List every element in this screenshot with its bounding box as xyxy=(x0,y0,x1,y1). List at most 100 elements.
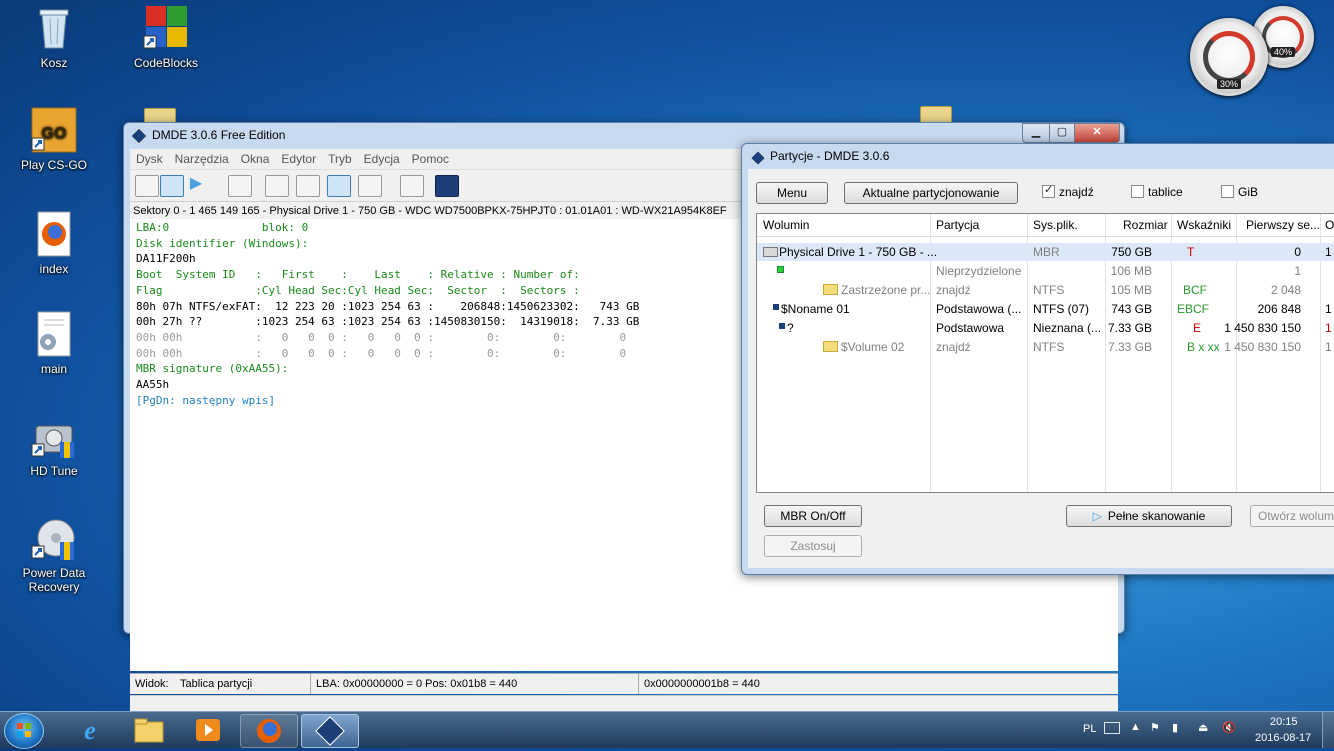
menu-button[interactable]: Menu xyxy=(756,182,828,204)
start-button[interactable] xyxy=(4,713,44,749)
gib-checkbox[interactable]: GiB xyxy=(1221,185,1258,199)
row-size: 750 GB xyxy=(1111,245,1152,259)
media-player-icon xyxy=(196,719,220,741)
col-header-partition[interactable]: Partycja xyxy=(936,218,979,232)
menu-pomoc[interactable]: Pomoc xyxy=(406,149,455,166)
close-button[interactable]: ✕ xyxy=(1074,123,1120,143)
col-header-size[interactable]: Rozmiar xyxy=(1123,218,1168,232)
taskbar-dmde[interactable] xyxy=(301,714,359,748)
desktop-icon-play-csgo[interactable]: GO Play CS-GO xyxy=(14,106,94,172)
copy-icon[interactable] xyxy=(400,175,424,197)
row-fs: MBR xyxy=(1033,245,1060,259)
clock-time[interactable]: 20:15 xyxy=(1270,716,1298,728)
unallocated-icon xyxy=(777,266,784,273)
network-icon[interactable]: ▮ xyxy=(1172,721,1178,734)
row-volume: Zastrzeżone pr... xyxy=(841,283,931,297)
main-window-title: DMDE 3.0.6 Free Edition xyxy=(152,128,286,142)
partition-icon xyxy=(773,304,779,310)
desktop-icon-hd-tune[interactable]: HD Tune xyxy=(14,412,94,478)
cpu-gauge: 30% xyxy=(1190,18,1268,96)
desktop-icon-codeblocks[interactable]: CodeBlocks xyxy=(126,4,206,70)
current-partitioning-button[interactable]: Aktualne partycjonowanie xyxy=(844,182,1018,204)
mbr-toggle-button[interactable]: MBR On/Off xyxy=(764,505,862,527)
memory-percent: 40% xyxy=(1270,47,1296,57)
menu-edytor[interactable]: Edytor xyxy=(275,149,322,166)
open-volume-button[interactable]: Otwórz wolum xyxy=(1250,505,1334,527)
lba-position: LBA: 0x00000000 = 0 Pos: 0x01b8 = 440 xyxy=(316,678,518,690)
row-o: 1 xyxy=(1325,321,1332,335)
row-fs: Nieznana (... xyxy=(1033,321,1102,335)
keyboard-icon[interactable] xyxy=(1104,722,1120,734)
folder-icon xyxy=(134,718,164,743)
desktop-icon-label: Kosz xyxy=(40,56,68,70)
menu-tryb[interactable]: Tryb xyxy=(322,149,358,166)
table-row[interactable]: Physical Drive 1 - 750 GB - ... MBR 750 … xyxy=(757,243,1334,261)
row-size: 7.33 GB xyxy=(1107,321,1152,335)
desktop-icon-label: Play CS-GO xyxy=(20,158,87,172)
desktop-icon-recycle-bin[interactable]: Kosz xyxy=(14,4,94,70)
folder-icon xyxy=(823,341,838,352)
menu-narzedzia[interactable]: Narzędzia xyxy=(169,149,235,166)
menu-dysk[interactable]: Dysk xyxy=(130,149,169,166)
search-icon[interactable] xyxy=(358,175,382,197)
row-o: 1 xyxy=(1325,340,1332,354)
row-flags: T xyxy=(1187,245,1195,259)
row-fs: NTFS (07) xyxy=(1033,302,1090,316)
find-checkbox[interactable]: znajdź xyxy=(1042,183,1094,199)
table-view-icon[interactable] xyxy=(327,175,351,197)
col-header-fs[interactable]: Sys.plik. xyxy=(1033,218,1078,232)
tables-checkbox[interactable]: tablice xyxy=(1131,185,1183,199)
apply-button[interactable]: Zastosuj xyxy=(764,535,862,557)
partitions-icon[interactable] xyxy=(160,175,184,197)
row-fs: NTFS xyxy=(1033,340,1065,354)
volume-muted-icon[interactable]: 🔇 xyxy=(1222,721,1236,734)
clock-date[interactable]: 2016-08-17 xyxy=(1255,732,1311,744)
taskbar-explorer[interactable] xyxy=(121,714,177,746)
taskbar-media-player[interactable] xyxy=(180,714,236,746)
desktop-icon-power-data-recovery[interactable]: Power Data Recovery xyxy=(14,514,94,594)
show-desktop-button[interactable] xyxy=(1322,712,1334,748)
hdtune-icon xyxy=(30,412,78,460)
table-row[interactable]: $Noname 01 Podstawowa (... NTFS (07) 743… xyxy=(757,300,1334,318)
desktop-icon-main[interactable]: main xyxy=(14,310,94,376)
cpu-meter-gadget[interactable]: 40% 30% xyxy=(1190,6,1320,98)
flag-icon[interactable]: ⚑ xyxy=(1150,721,1160,734)
taskbar-firefox[interactable] xyxy=(240,714,298,748)
checkbox-label: znajdź xyxy=(1059,185,1094,199)
col-header-volume[interactable]: Wolumin xyxy=(763,218,809,232)
row-o: 1 xyxy=(1325,302,1332,316)
tree-view-icon[interactable] xyxy=(265,175,289,197)
table-row[interactable]: ? Podstawowa Nieznana (... 7.33 GB E 1 4… xyxy=(757,319,1334,337)
checkbox-checked xyxy=(1042,183,1055,198)
partitions-table[interactable]: Wolumin Partycja Sys.plik. Rozmiar Wskaź… xyxy=(756,213,1334,493)
maximize-button[interactable]: ▢ xyxy=(1049,123,1075,143)
drive-icon[interactable] xyxy=(135,175,159,197)
usb-icon[interactable]: ⏏ xyxy=(1198,721,1208,734)
full-scan-button[interactable]: ▷ Pełne skanowanie xyxy=(1066,505,1232,527)
row-volume: $Noname 01 xyxy=(781,302,850,316)
col-header-o[interactable]: O xyxy=(1325,218,1334,232)
play-icon[interactable]: ▶ xyxy=(185,175,207,195)
dmde-logo-icon[interactable] xyxy=(435,175,459,197)
table-row[interactable]: Nieprzydzielone 106 MB 1 xyxy=(757,262,1334,280)
taskbar: e PL ▲ ⚑ ▮ ⏏ 🔇 20:15 2016-08-17 xyxy=(0,711,1334,749)
new-page-icon[interactable] xyxy=(228,175,252,197)
row-volume: Physical Drive 1 - 750 GB - ... xyxy=(779,245,938,259)
row-partition: Podstawowa (... xyxy=(936,302,1022,316)
firefox-icon xyxy=(257,719,281,743)
list-view-icon[interactable] xyxy=(296,175,320,197)
table-row[interactable]: $Volume 02 znajdź NTFS 7.33 GB B x xx 1 … xyxy=(757,338,1334,356)
menu-edycja[interactable]: Edycja xyxy=(358,149,406,166)
row-partition: znajdź xyxy=(936,340,971,354)
taskbar-ie[interactable]: e xyxy=(62,714,118,746)
language-indicator[interactable]: PL xyxy=(1083,723,1096,735)
table-row[interactable]: Zastrzeżone pr... znajdź NTFS 105 MB BCF… xyxy=(757,281,1334,299)
row-first-sector: 0 xyxy=(1294,245,1301,259)
partitions-window[interactable]: Partycje - DMDE 3.0.6 Menu Aktualne part… xyxy=(741,143,1334,575)
minimize-button[interactable]: ▁ xyxy=(1022,123,1050,143)
desktop-icon-index[interactable]: index xyxy=(14,210,94,276)
col-header-flags[interactable]: Wskaźniki xyxy=(1177,218,1231,232)
col-header-first-sector[interactable]: Pierwszy se... xyxy=(1246,218,1320,232)
show-hidden-icons[interactable]: ▲ xyxy=(1130,721,1141,733)
menu-okna[interactable]: Okna xyxy=(235,149,276,166)
